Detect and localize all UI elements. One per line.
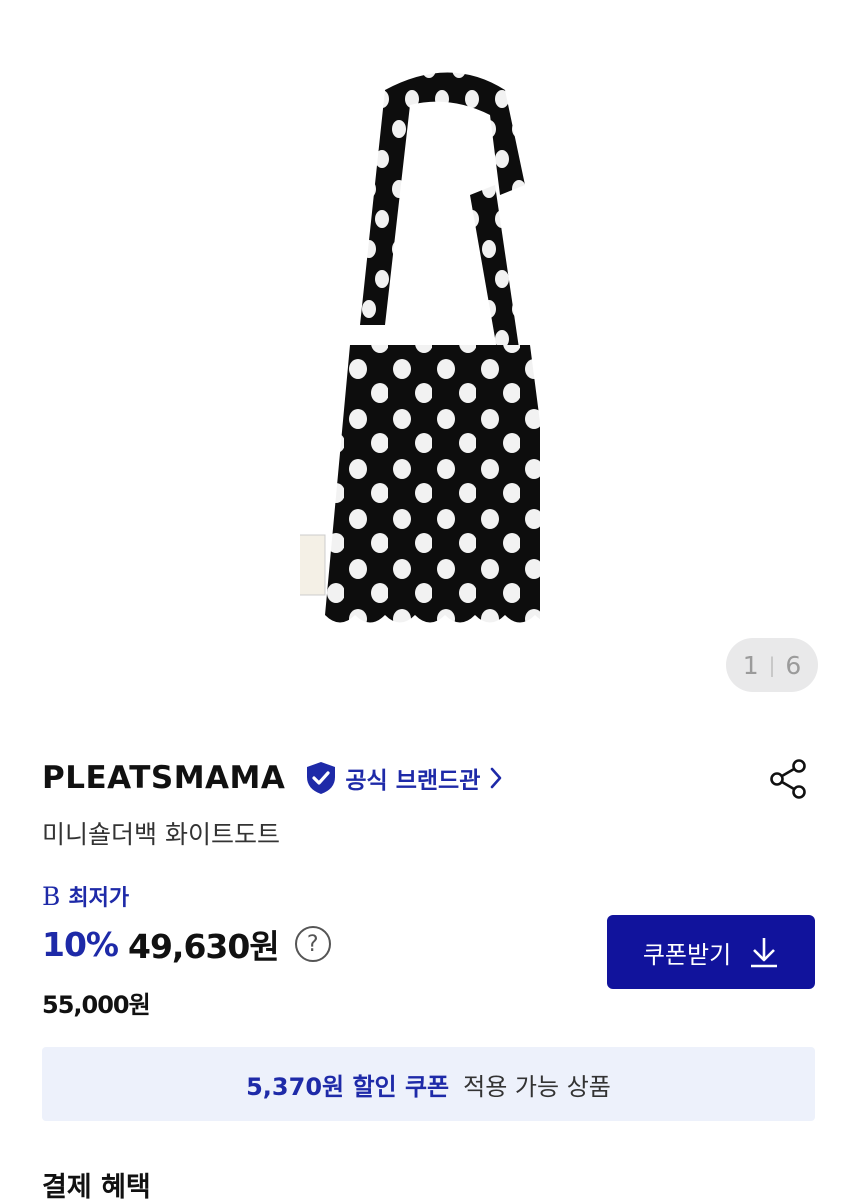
image-pager: 1 | 6 xyxy=(726,638,818,692)
get-coupon-label: 쿠폰받기 xyxy=(642,940,732,969)
download-arrow-icon xyxy=(751,938,778,968)
share-button[interactable] xyxy=(768,758,810,800)
official-brand-label: 공식 브랜드관 xyxy=(345,768,481,794)
pager-separator: | xyxy=(768,653,776,677)
brand-name[interactable]: PLEATSMAMA xyxy=(42,760,285,796)
brand-row: PLEATSMAMA 공식 브랜드관 xyxy=(42,750,504,806)
original-price: 55,000원 xyxy=(42,991,151,1019)
official-brand-link[interactable]: 공식 브랜드관 xyxy=(305,761,504,795)
question-icon[interactable]: ? xyxy=(294,926,331,962)
product-image-gallery[interactable]: 1 | 6 xyxy=(0,0,857,712)
product-detail-page: 1 | 6 PLEATSMAMA 공식 브랜드관 미니숄더백 화이트도트 B 최… xyxy=(0,0,857,1200)
chevron-right-icon xyxy=(491,767,502,789)
product-image xyxy=(300,72,540,623)
discount-rate: 10% xyxy=(42,924,119,964)
b-lowest-badge-icon: B xyxy=(42,881,61,911)
coupon-amount: 5,370원 할인 쿠폰 xyxy=(246,1072,450,1101)
coupon-applicable-text: 적용 가능 상품 xyxy=(463,1072,611,1101)
sale-price: 49,630원 xyxy=(128,927,280,966)
coupon-banner[interactable]: 5,370원 할인 쿠폰 적용 가능 상품 xyxy=(42,1047,815,1121)
lowest-price-text: 최저가 xyxy=(68,886,130,911)
pager-current: 1 xyxy=(742,650,759,680)
shield-check-icon xyxy=(307,762,336,794)
pager-total: 6 xyxy=(785,650,802,680)
price-row: 10% 49,630원 ? xyxy=(42,920,331,968)
payment-benefits-title: 결제 혜택 xyxy=(42,1172,151,1200)
lowest-price-label: B 최저가 xyxy=(42,880,129,912)
product-name: 미니숄더백 화이트도트 xyxy=(42,820,280,849)
share-icon xyxy=(770,759,806,799)
get-coupon-button[interactable]: 쿠폰받기 xyxy=(607,915,815,989)
